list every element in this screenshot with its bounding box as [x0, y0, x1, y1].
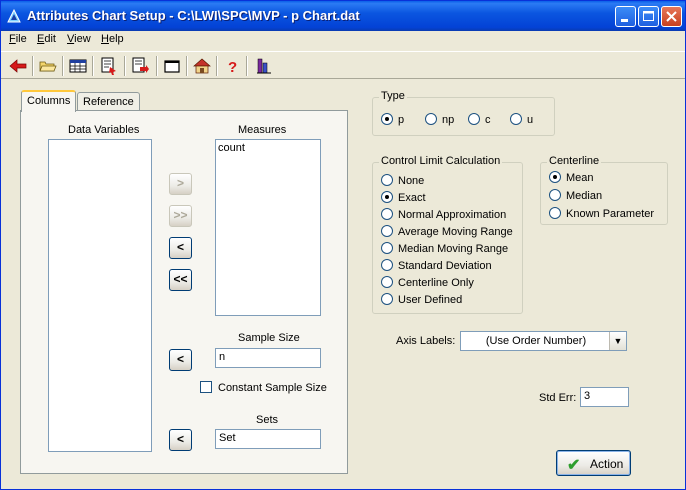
type-radio-u[interactable]: u [510, 113, 533, 126]
centerline-radio-known-parameter[interactable]: Known Parameter [549, 207, 654, 220]
chevron-down-icon[interactable]: ▼ [609, 332, 626, 350]
remove-all-measures-button[interactable]: << [169, 269, 192, 291]
remove-measure-button[interactable]: < [169, 237, 192, 259]
open-button[interactable] [37, 55, 59, 77]
menu-file[interactable]: File [9, 33, 27, 45]
constant-sample-size-checkbox[interactable]: Constant Sample Size [200, 381, 327, 394]
menu-view[interactable]: View [67, 33, 91, 45]
sets-remove-button[interactable]: < [169, 429, 192, 451]
home-button[interactable] [191, 55, 213, 77]
report-icon [101, 57, 116, 75]
centerline-radio-mean[interactable]: Mean [549, 171, 594, 184]
maximize-button[interactable] [638, 6, 659, 27]
spreadsheet-icon [69, 59, 87, 73]
measures-list[interactable]: count [215, 139, 321, 316]
menu-help[interactable]: Help [101, 33, 124, 45]
chart-icon [257, 58, 271, 74]
sample-size-remove-button[interactable]: < [169, 349, 192, 371]
type-radio-np[interactable]: np [425, 113, 454, 126]
chart-button[interactable] [253, 55, 275, 77]
tab-columns[interactable]: Columns [21, 90, 77, 112]
checkbox-box [200, 381, 212, 393]
menu-bar: File Edit View Help [1, 31, 685, 49]
measures-label: Measures [238, 124, 287, 136]
data-variables-label: Data Variables [68, 124, 140, 136]
add-measure-button[interactable]: > [169, 173, 192, 195]
control-limit-radio-standard-deviation[interactable]: Standard Deviation [381, 259, 492, 272]
back-button[interactable] [7, 55, 29, 77]
checkmark-icon: ✔ [567, 457, 581, 474]
menu-edit[interactable]: Edit [37, 33, 56, 45]
back-arrow-icon [9, 59, 27, 73]
toolbar: ? [1, 51, 685, 79]
window-icon [164, 60, 180, 73]
control-limit-radio-median-moving-range[interactable]: Median Moving Range [381, 242, 508, 255]
sets-field[interactable]: Set [215, 429, 321, 449]
constant-sample-size-label: Constant Sample Size [218, 382, 327, 394]
axis-labels-dropdown[interactable]: (Use Order Number) ▼ [460, 331, 627, 351]
list-item[interactable]: count [216, 140, 320, 156]
action-button[interactable]: ✔ Action [556, 450, 631, 476]
sample-size-label: Sample Size [238, 332, 300, 344]
centerline-group-title: Centerline [547, 155, 602, 167]
add-all-measures-button[interactable]: >> [169, 205, 192, 227]
exit-report-icon [132, 57, 149, 73]
spreadsheet-button[interactable] [67, 55, 89, 77]
exit-report-button[interactable] [129, 55, 151, 77]
type-group-title: Type [379, 90, 407, 102]
control-limit-radio-average-moving-range[interactable]: Average Moving Range [381, 225, 513, 238]
report-button[interactable] [97, 55, 119, 77]
sets-label: Sets [256, 414, 279, 426]
title-bar[interactable]: Attributes Chart Setup - C:\LWI\SPC\MVP … [1, 1, 685, 31]
help-button[interactable]: ? [221, 55, 243, 77]
maximize-icon [643, 11, 654, 21]
control-limit-group-title: Control Limit Calculation [379, 155, 503, 167]
std-err-field[interactable]: 3 [580, 387, 629, 407]
control-limit-radio-centerline-only[interactable]: Centerline Only [381, 276, 474, 289]
action-button-label: Action [590, 457, 624, 471]
axis-labels-value: (Use Order Number) [485, 335, 587, 347]
window-button[interactable] [161, 55, 183, 77]
minimize-button[interactable] [615, 6, 636, 27]
type-radio-c[interactable]: c [468, 113, 491, 126]
axis-labels-label: Axis Labels: [396, 335, 456, 347]
sample-size-field[interactable]: n [215, 348, 321, 368]
close-button[interactable] [661, 6, 682, 27]
svg-text:?: ? [228, 59, 237, 76]
attributes-chart-setup-window: Attributes Chart Setup - C:\LWI\SPC\MVP … [0, 0, 686, 490]
close-icon [666, 11, 677, 22]
home-icon [193, 58, 211, 74]
std-err-label: Std Err: [539, 392, 577, 404]
centerline-radio-median[interactable]: Median [549, 189, 602, 202]
minimize-icon [621, 19, 628, 22]
app-triangle-icon [7, 9, 21, 23]
data-variables-list[interactable] [48, 139, 152, 452]
help-icon: ? [228, 59, 237, 76]
window-title: Attributes Chart Setup - C:\LWI\SPC\MVP … [27, 8, 360, 23]
control-limit-radio-normal-approximation[interactable]: Normal Approximation [381, 208, 506, 221]
control-limit-radio-exact[interactable]: Exact [381, 191, 426, 204]
control-limit-radio-none[interactable]: None [381, 174, 424, 187]
control-limit-radio-user-defined[interactable]: User Defined [381, 293, 462, 306]
type-radio-p[interactable]: p [381, 113, 404, 126]
open-folder-icon [39, 61, 57, 72]
